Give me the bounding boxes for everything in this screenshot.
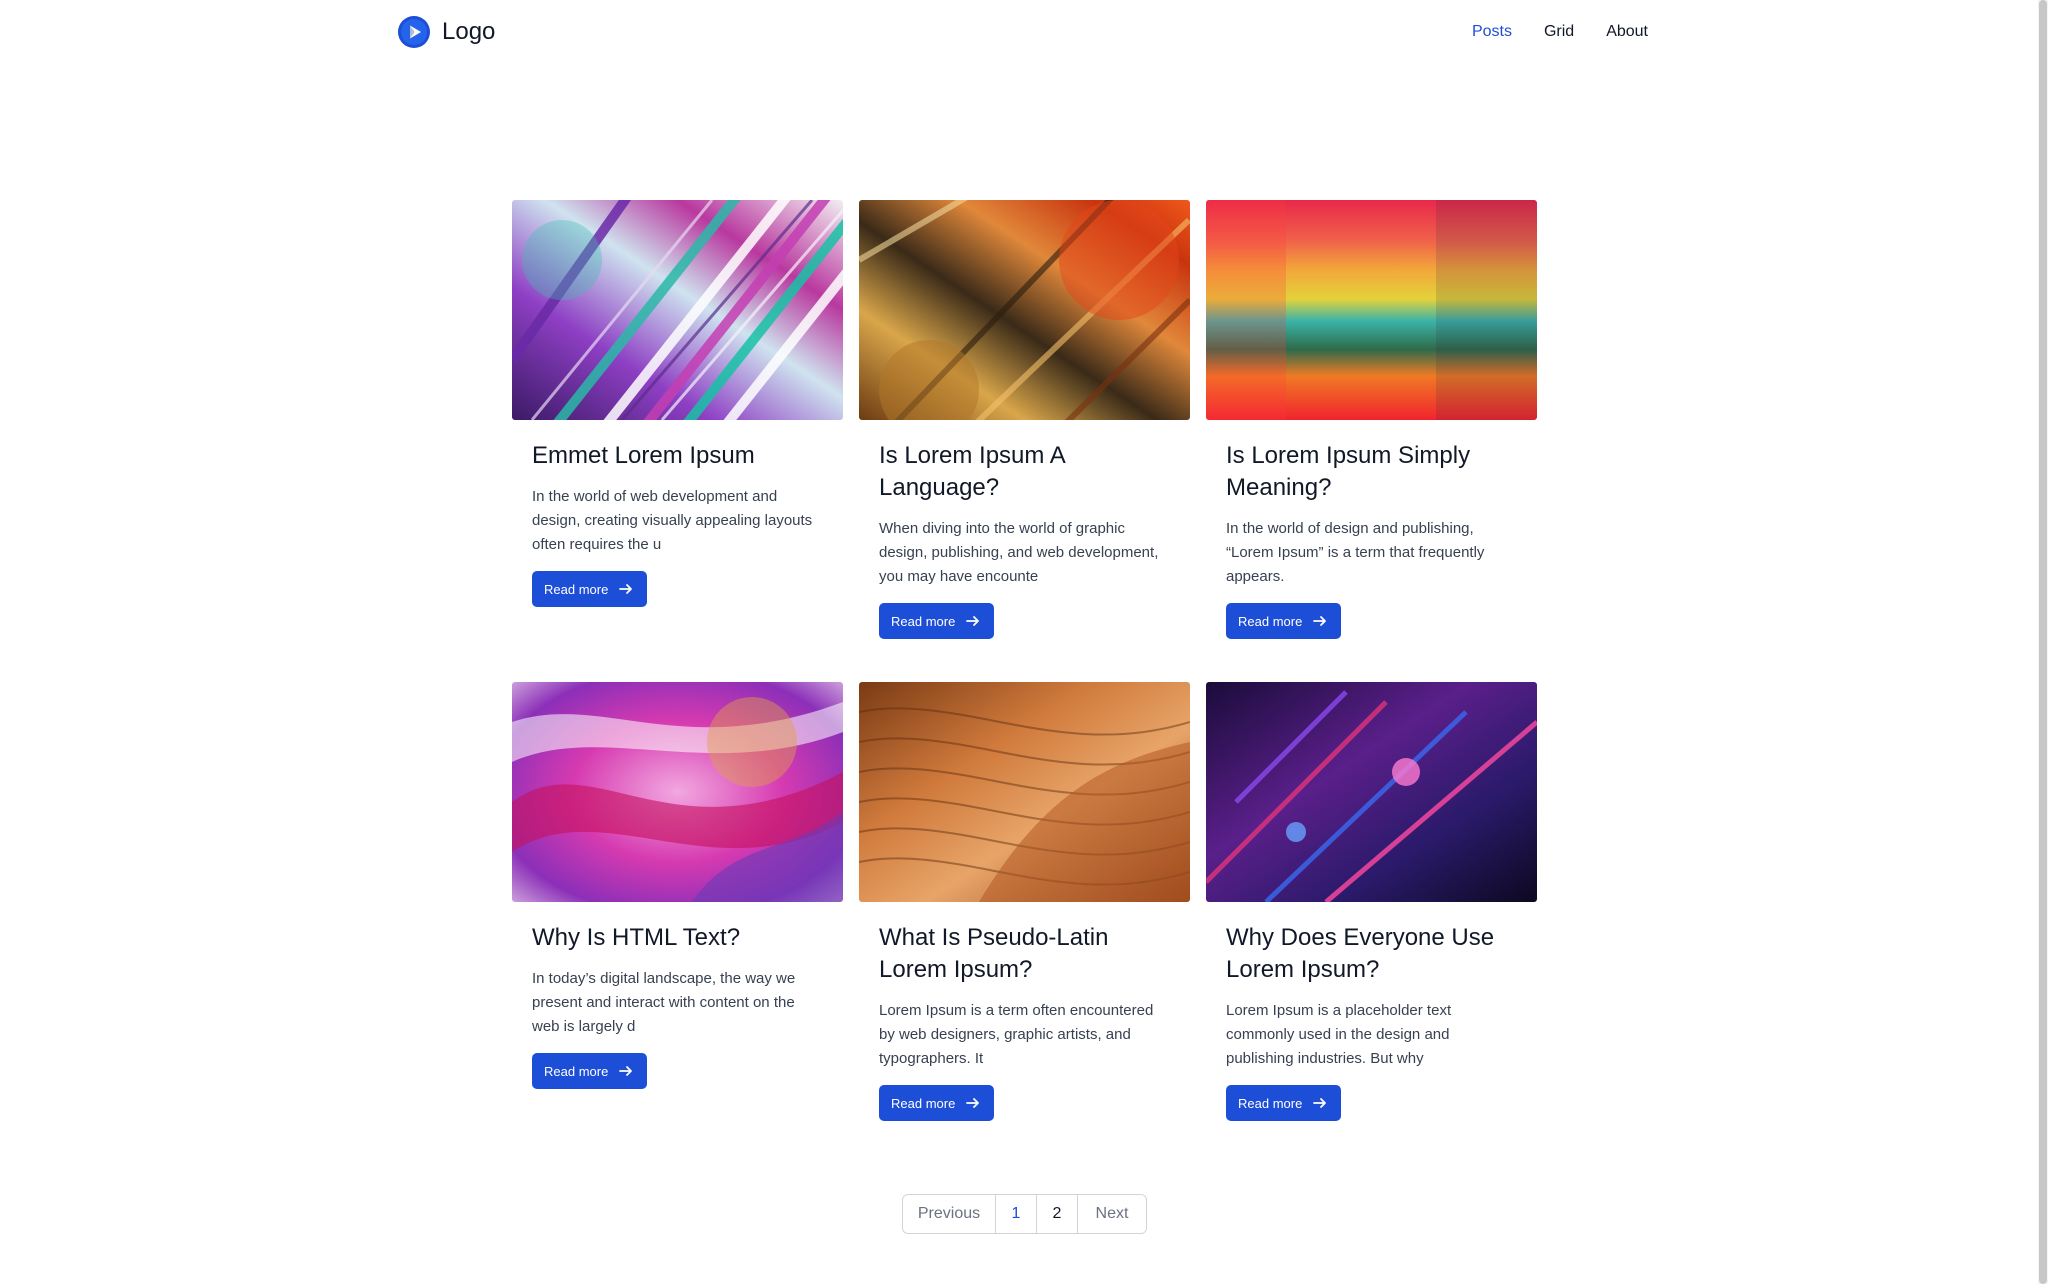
post-card: Emmet Lorem Ipsum In the world of web de… (512, 200, 843, 639)
page: Logo Posts Grid About Emmet Lorem Ipsum … (0, 0, 2048, 1284)
play-logo-icon (398, 16, 430, 48)
post-card: Is Lorem Ipsum Simply Meaning? In the wo… (1206, 200, 1537, 639)
post-title[interactable]: Is Lorem Ipsum Simply Meaning? (1226, 440, 1517, 504)
pagination-next[interactable]: Next (1078, 1195, 1146, 1233)
read-more-button[interactable]: Read more (1226, 603, 1342, 639)
post-title[interactable]: Is Lorem Ipsum A Language? (879, 440, 1170, 504)
read-more-label: Read more (1238, 613, 1303, 629)
post-body: What Is Pseudo-Latin Lorem Ipsum? Lorem … (859, 902, 1190, 1121)
post-excerpt: In the world of web development and desi… (532, 488, 813, 553)
arrow-right-icon (966, 1098, 980, 1108)
post-image[interactable] (859, 200, 1190, 420)
post-title[interactable]: Why Does Everyone Use Lorem Ipsum? (1226, 922, 1517, 986)
post-image[interactable] (512, 682, 843, 902)
read-more-label: Read more (544, 581, 609, 597)
read-more-button[interactable]: Read more (532, 1053, 648, 1089)
brand-text: Logo (442, 18, 496, 45)
arrow-right-icon (1313, 616, 1327, 626)
read-more-label: Read more (1238, 1095, 1303, 1111)
posts-grid: Emmet Lorem Ipsum In the world of web de… (512, 200, 1537, 1121)
read-more-label: Read more (544, 1063, 609, 1079)
post-excerpt: In the world of design and publishing, “… (1226, 520, 1485, 585)
arrow-right-icon (619, 1066, 633, 1076)
read-more-button[interactable]: Read more (879, 603, 995, 639)
brand-link[interactable]: Logo (398, 16, 495, 48)
post-title[interactable]: What Is Pseudo-Latin Lorem Ipsum? (879, 922, 1170, 986)
scrollbar-thumb[interactable] (2039, 0, 2047, 1284)
nav-grid[interactable]: Grid (1544, 23, 1574, 41)
nav-posts[interactable]: Posts (1472, 23, 1512, 41)
arrow-right-icon (1313, 1098, 1327, 1108)
post-excerpt: When diving into the world of graphic de… (879, 520, 1159, 585)
post-card: Why Is HTML Text? In today’s digital lan… (512, 682, 843, 1121)
pagination-page-1[interactable]: 1 (996, 1195, 1037, 1233)
nav-about[interactable]: About (1606, 23, 1648, 41)
post-excerpt: Lorem Ipsum is a term often encountered … (879, 1002, 1154, 1067)
post-body: Emmet Lorem Ipsum In the world of web de… (512, 420, 843, 607)
post-body: Is Lorem Ipsum Simply Meaning? In the wo… (1206, 420, 1537, 639)
post-excerpt: Lorem Ipsum is a placeholder text common… (1226, 1002, 1452, 1067)
post-card: What Is Pseudo-Latin Lorem Ipsum? Lorem … (859, 682, 1190, 1121)
post-card: Why Does Everyone Use Lorem Ipsum? Lorem… (1206, 682, 1537, 1121)
post-image[interactable] (1206, 200, 1537, 420)
post-body: Why Does Everyone Use Lorem Ipsum? Lorem… (1206, 902, 1537, 1121)
post-title[interactable]: Emmet Lorem Ipsum (532, 440, 823, 472)
post-body: Why Is HTML Text? In today’s digital lan… (512, 902, 843, 1089)
read-more-label: Read more (891, 613, 956, 629)
read-more-button[interactable]: Read more (532, 571, 648, 607)
post-image[interactable] (1206, 682, 1537, 902)
pagination-page-2[interactable]: 2 (1037, 1195, 1078, 1233)
post-excerpt: In today’s digital landscape, the way we… (532, 970, 796, 1035)
read-more-button[interactable]: Read more (1226, 1085, 1342, 1121)
post-image[interactable] (512, 200, 843, 420)
post-card: Is Lorem Ipsum A Language? When diving i… (859, 200, 1190, 639)
main-nav: Posts Grid About (1472, 23, 1648, 41)
arrow-right-icon (966, 616, 980, 626)
post-title[interactable]: Why Is HTML Text? (532, 922, 823, 954)
post-image[interactable] (859, 682, 1190, 902)
read-more-label: Read more (891, 1095, 956, 1111)
site-header: Logo Posts Grid About (398, 0, 1648, 64)
post-body: Is Lorem Ipsum A Language? When diving i… (859, 420, 1190, 639)
pagination: Previous 1 2 Next (902, 1194, 1147, 1234)
arrow-right-icon (619, 584, 633, 594)
read-more-button[interactable]: Read more (879, 1085, 995, 1121)
scrollbar[interactable] (2038, 0, 2048, 1284)
pagination-previous[interactable]: Previous (903, 1195, 996, 1233)
